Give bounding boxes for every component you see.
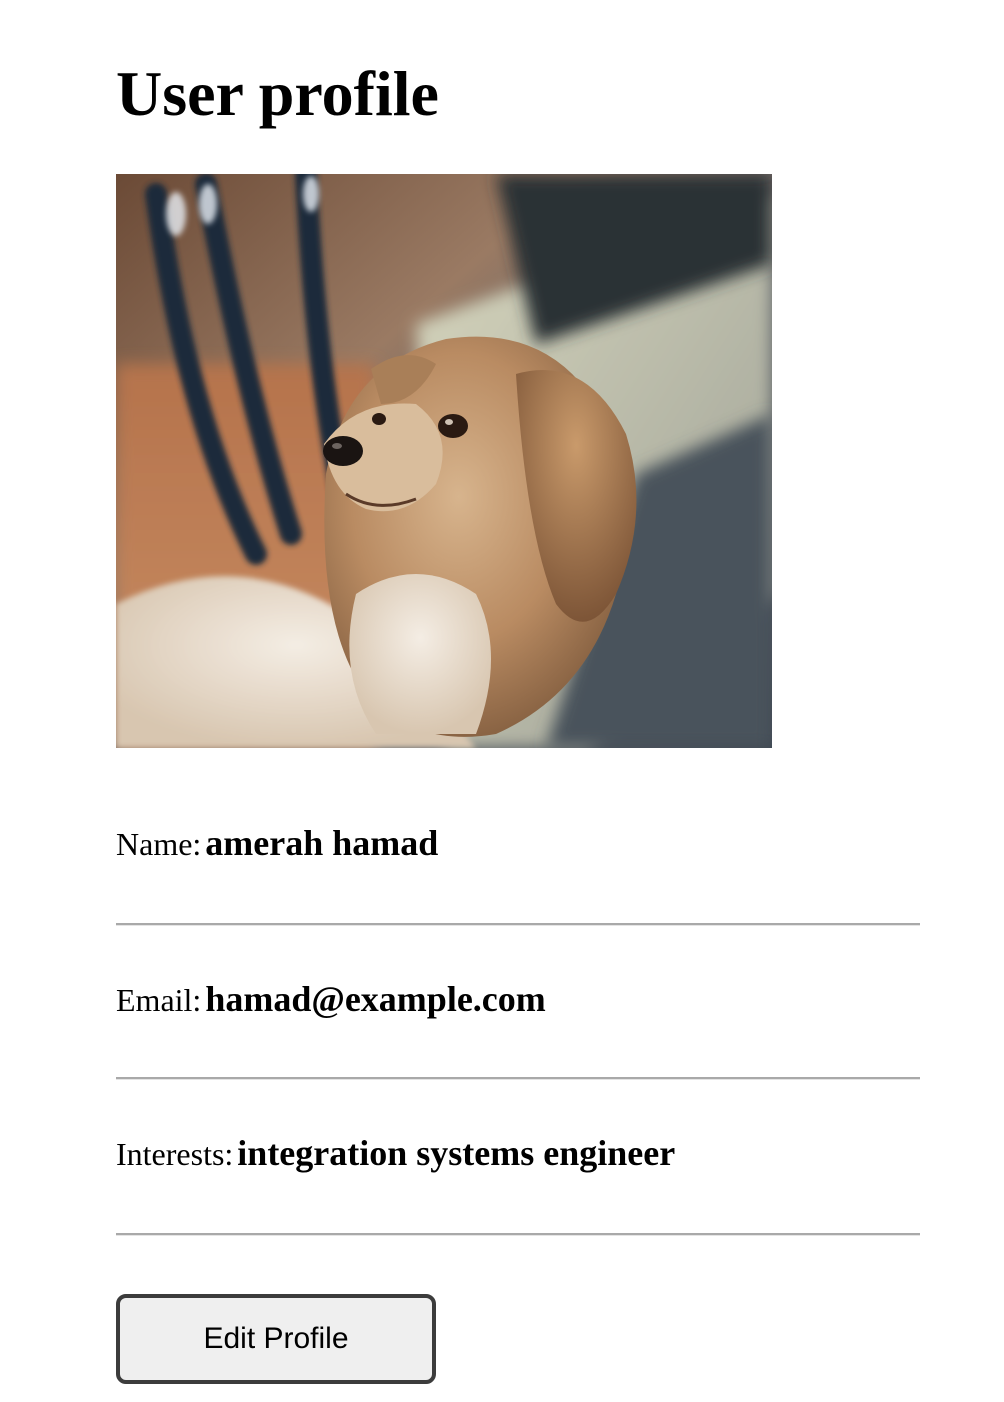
email-label: Email:: [116, 982, 202, 1018]
divider: [116, 923, 920, 926]
interests-value: integration systems engineer: [237, 1133, 676, 1173]
edit-profile-button[interactable]: Edit Profile: [116, 1294, 436, 1384]
interests-field: Interests: integration systems engineer: [116, 1132, 920, 1174]
divider: [116, 1077, 920, 1080]
name-field: Name: amerah hamad: [116, 822, 920, 864]
name-value: amerah hamad: [205, 823, 439, 863]
email-value: hamad@example.com: [205, 979, 546, 1019]
email-field: Email: hamad@example.com: [116, 978, 920, 1020]
name-label: Name:: [116, 826, 202, 862]
page-title: User profile: [116, 58, 439, 129]
profile-photo: [116, 174, 772, 748]
interests-label: Interests:: [116, 1136, 234, 1172]
divider: [116, 1233, 920, 1236]
